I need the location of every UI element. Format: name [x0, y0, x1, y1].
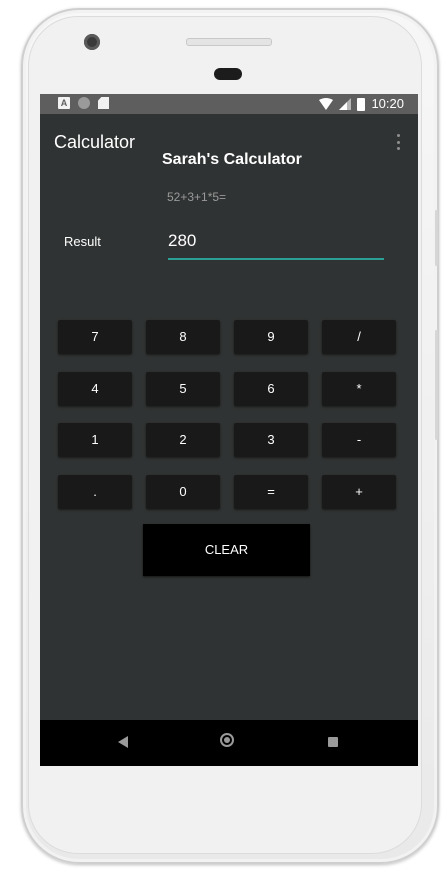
app-title: Calculator [54, 132, 136, 152]
overflow-menu-icon[interactable] [394, 134, 402, 150]
key-divide[interactable]: / [322, 320, 396, 354]
battery-icon [357, 97, 366, 111]
key-7[interactable]: 7 [58, 320, 132, 354]
back-icon[interactable] [118, 736, 128, 748]
key-8[interactable]: 8 [146, 320, 220, 354]
clear-button[interactable]: CLEAR [143, 524, 310, 576]
key-subtract[interactable]: - [322, 423, 396, 457]
key-decimal[interactable]: . [58, 475, 132, 509]
key-equals[interactable]: = [234, 475, 308, 509]
expression-display: 52+3+1*5= [167, 190, 227, 204]
key-multiply[interactable]: * [322, 372, 396, 406]
key-4[interactable]: 4 [58, 372, 132, 406]
volume-button [435, 330, 438, 440]
key-2[interactable]: 2 [146, 423, 220, 457]
notification-circle-icon [78, 97, 90, 109]
calculator-heading: Sarah's Calculator [162, 151, 302, 168]
recent-apps-icon[interactable] [328, 737, 338, 747]
status-time: 10:20 [371, 96, 404, 111]
key-1[interactable]: 1 [58, 423, 132, 457]
key-5[interactable]: 5 [146, 372, 220, 406]
power-button [435, 210, 438, 266]
key-3[interactable]: 3 [234, 423, 308, 457]
result-field[interactable]: 280 [168, 231, 196, 251]
home-icon[interactable] [220, 733, 234, 747]
notification-a-icon: A [58, 97, 70, 109]
wifi-icon [319, 98, 334, 110]
key-6[interactable]: 6 [234, 372, 308, 406]
sd-card-icon [98, 97, 109, 109]
cell-signal-icon [339, 98, 352, 110]
result-field-underline [168, 258, 384, 260]
navigation-bar [40, 720, 418, 766]
key-0[interactable]: 0 [146, 475, 220, 509]
proximity-sensor [214, 68, 242, 80]
key-add[interactable]: + [322, 475, 396, 509]
front-camera [84, 34, 100, 50]
status-bar: A 10:20 [40, 94, 418, 114]
result-label: Result [64, 234, 101, 249]
key-9[interactable]: 9 [234, 320, 308, 354]
phone-screen: A 10:20 Calculator Sarah's Calculator 52… [40, 94, 418, 766]
earpiece-speaker [186, 38, 272, 46]
